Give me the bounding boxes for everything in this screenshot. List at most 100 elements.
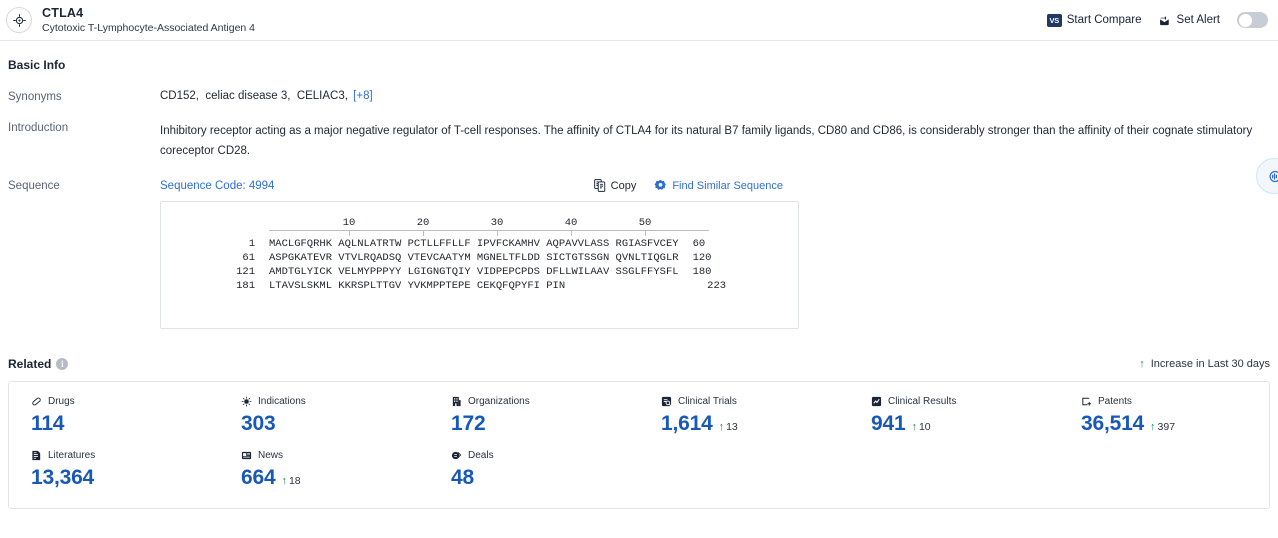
up-arrow-icon: ↑ (1150, 421, 1156, 434)
set-alert-button[interactable]: Set Alert (1159, 14, 1220, 27)
sequence-viewer[interactable]: 10 20 30 40 50 1 MACLGFQRHK AQLNLATRTW P… (160, 201, 799, 330)
building-icon (451, 396, 462, 407)
synonyms-row: Synonyms CD152, celiac disease 3, CELIAC… (8, 90, 1270, 103)
ruler-tick-label: 40 (564, 217, 578, 230)
stat-value: 48 (451, 466, 474, 490)
find-similar-sequence-button[interactable]: Find Similar Sequence (654, 179, 783, 192)
stat-header: Patents (1081, 396, 1269, 407)
sequence-end-index: 180 (692, 266, 712, 279)
stat-clinical-results[interactable]: Clinical Results 941 ↑ 10 (849, 396, 1059, 436)
stat-value: 172 (451, 412, 486, 436)
patent-icon (1081, 396, 1092, 407)
introduction-label: Introduction (8, 122, 69, 134)
sequence-start-index: 61 (242, 252, 255, 265)
stat-value-row: 941 ↑ 10 (871, 412, 1059, 436)
stat-delta-value: 13 (726, 421, 738, 434)
up-arrow-icon: ↑ (281, 475, 287, 488)
stat-value-row: 36,514 ↑ 397 (1081, 412, 1269, 436)
stat-news[interactable]: News 664 ↑ 18 (219, 450, 429, 490)
sequence-tools: Copy Find Similar Sequence (593, 179, 783, 193)
synonyms-more-link[interactable]: [+8] (353, 90, 373, 102)
stat-literatures[interactable]: Literatures 13,364 (9, 450, 219, 490)
stat-value: 36,514 (1081, 412, 1145, 436)
stat-delta: ↑ 10 (911, 421, 930, 433)
related-stats-grid: Drugs 114 Indications 303 Organizations … (9, 396, 1269, 490)
page-content: Basic Info Synonyms CD152, celiac diseas… (0, 58, 1278, 510)
stat-indications[interactable]: Indications 303 (219, 396, 429, 436)
sequence-residues: MACLGFQRHK AQLNLATRTW PCTLLFFLLF IPVFCKA… (269, 238, 679, 251)
related-stats-card: Drugs 114 Indications 303 Organizations … (8, 381, 1270, 510)
ruler-tick-label: 50 (638, 217, 652, 230)
stat-header: Literatures (31, 450, 219, 461)
header-titles: CTLA4 Cytotoxic T-Lymphocyte-Associated … (42, 6, 255, 34)
ruler-tick-label: 30 (490, 217, 504, 230)
clinical-result-icon (871, 396, 882, 407)
stat-value-row: 1,614 ↑ 13 (661, 412, 849, 436)
copy-button[interactable]: Copy (593, 179, 637, 193)
info-icon[interactable]: i (56, 358, 69, 371)
sequence-residues: AMDTGLYICK VELMYPPPYY LGIGNGTQIY VIDPEPC… (269, 266, 679, 279)
page-title: CTLA4 (42, 5, 84, 20)
stat-value: 1,614 (661, 412, 713, 436)
synonym-item: celiac disease 3, (205, 90, 291, 102)
sequence-start-index: 121 (236, 266, 255, 279)
clinical-trial-icon (661, 396, 672, 407)
sequence-line: 61 ASPGKATEVR VTVLRQADSQ VTEVCAATYM MGNE… (161, 252, 798, 264)
sequence-toolbar: Sequence Code: 4994 Copy Find Similar Se… (160, 179, 1270, 193)
stat-organizations[interactable]: Organizations 172 (429, 396, 639, 436)
start-compare-button[interactable]: VS Start Compare (1046, 13, 1142, 27)
stat-clinical-trials[interactable]: Clinical Trials 1,614 ↑ 13 (639, 396, 849, 436)
stat-header: Organizations (451, 396, 639, 407)
vs-icon: VS (1046, 13, 1062, 27)
find-similar-icon (654, 179, 667, 192)
up-arrow-icon: ↑ (911, 421, 917, 434)
synonym-item: CELIAC3, (296, 90, 348, 102)
alert-toggle[interactable] (1237, 12, 1268, 28)
ruler-tick-mark (571, 231, 572, 237)
stat-header: Clinical Results (871, 396, 1059, 407)
page-subtitle: Cytotoxic T-Lymphocyte-Associated Antige… (42, 22, 256, 35)
related-legend: ↑ Increase in Last 30 days (1139, 358, 1270, 370)
stat-label: Literatures (48, 450, 96, 462)
introduction-text: Inhibitory receptor acting as a major ne… (160, 125, 1253, 158)
ruler-tick-mark (645, 231, 646, 237)
sequence-end-index: 60 (692, 238, 706, 251)
stat-header: News (241, 450, 429, 461)
sequence-line: 121 AMDTGLYICK VELMYPPPYY LGIGNGTQIY VID… (161, 266, 798, 278)
ruler-tick-mark (497, 231, 498, 237)
up-arrow-icon: ↑ (1139, 358, 1145, 371)
sequence-start-index: 181 (236, 280, 255, 293)
stat-value-row: 13,364 (31, 466, 219, 490)
copy-label: Copy (610, 179, 637, 192)
stat-value: 941 (871, 412, 906, 436)
stat-deals[interactable]: Deals 48 (429, 450, 639, 490)
stat-value: 664 (241, 466, 276, 490)
sequence-line: 1 MACLGFQRHK AQLNLATRTW PCTLLFFLLF IPVFC… (161, 238, 798, 250)
synonyms-value: CD152, celiac disease 3, CELIAC3, [+8] (160, 90, 1270, 103)
ruler-tick-label: 10 (342, 217, 356, 230)
stat-value: 303 (241, 412, 276, 436)
sequence-code-link[interactable]: Sequence Code: 4994 (160, 180, 274, 192)
stat-label: Organizations (468, 396, 530, 408)
stat-delta: ↑ 13 (719, 421, 738, 433)
stat-label: News (258, 450, 284, 462)
sequence-row: Sequence Sequence Code: 4994 Copy Find S… (8, 179, 1270, 330)
stat-header: Indications (241, 396, 429, 407)
stat-header: Clinical Trials (661, 396, 849, 407)
sequence-body: Sequence Code: 4994 Copy Find Similar Se… (160, 179, 1270, 330)
stat-delta: ↑ 18 (281, 475, 300, 487)
virus-icon (241, 396, 252, 407)
ruler-baseline (269, 230, 709, 232)
stat-delta-value: 18 (288, 475, 301, 488)
stat-header: Drugs (31, 396, 219, 407)
sequence-end-index: 223 (707, 280, 727, 293)
sequence-ruler: 10 20 30 40 50 (269, 214, 712, 237)
stat-label: Clinical Trials (678, 396, 737, 408)
stat-patents[interactable]: Patents 36,514 ↑ 397 (1059, 396, 1269, 436)
stat-header: Deals (451, 450, 639, 461)
up-arrow-icon: ↑ (718, 421, 725, 434)
stat-value-row: 114 (31, 412, 219, 436)
stat-value: 114 (31, 412, 65, 436)
stat-drugs[interactable]: Drugs 114 (9, 396, 219, 436)
literature-icon (31, 450, 42, 461)
